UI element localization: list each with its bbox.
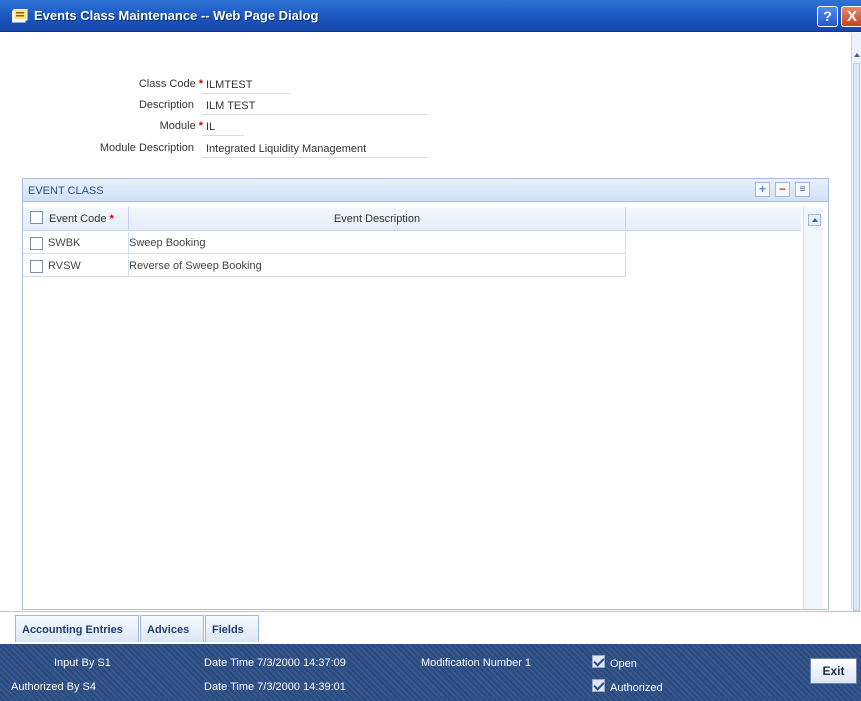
fields-button[interactable]: Fields [205,615,259,642]
audit-footer: Input By S1 Authorized By S4 Date Time 7… [0,644,861,701]
event-class-header: EVENT CLASS + − ≡ [23,179,828,202]
delete-row-button[interactable]: − [775,182,790,197]
open-checkbox [592,655,605,668]
input-date-time: Date Time 7/3/2000 14:37:09 [204,657,346,669]
add-row-button[interactable]: + [755,182,770,197]
class-code-label: Class Code [138,78,196,90]
module-description-label: Module Description [99,142,194,154]
authorized-label: Authorized [610,682,663,694]
tab-bar: Accounting Entries Advices Fields [0,611,861,644]
module-description-row: Module Description Integrated Liquidity … [0,140,861,158]
grid-scroll-up-icon[interactable] [808,214,821,226]
scroll-up-icon[interactable] [854,53,860,57]
event-code-column: Event Code * [23,207,129,231]
table-row[interactable]: RVSW Reverse of Sweep Booking [23,255,626,277]
class-code-row: Class Code * ILMTEST [0,76,861,94]
advices-button[interactable]: Advices [140,615,204,642]
single-view-button[interactable]: ≡ [795,182,810,197]
open-label: Open [610,658,637,670]
authorized-by: Authorized By S4 [11,681,96,693]
module-label: Module [159,120,196,132]
module-label-group: Module * [160,120,203,132]
window-title: Events Class Maintenance -- Web Page Dia… [34,8,319,23]
event-class-panel: EVENT CLASS + − ≡ Event Code * Event Desc… [22,178,829,610]
description-row: Description ILM TEST [0,97,861,115]
module-row: Module * IL [0,118,861,136]
event-description-cell[interactable]: Reverse of Sweep Booking [129,255,626,277]
event-class-title: EVENT CLASS [28,185,104,197]
description-label: Description [138,99,194,111]
class-code-field[interactable]: ILMTEST [202,76,290,94]
dialog-icon [12,9,28,23]
description-field[interactable]: ILM TEST [202,97,427,115]
modification-number: Modification Number 1 [421,657,532,669]
input-by: Input By S1 [54,657,111,669]
accounting-entries-button[interactable]: Accounting Entries [15,615,139,642]
module-description-field[interactable]: Integrated Liquidity Management [202,140,427,158]
auth-date-time: Date Time 7/3/2000 14:39:01 [204,681,346,693]
event-description-header: Event Description [129,207,626,231]
exit-button[interactable]: Exit [810,658,857,684]
event-description-cell[interactable]: Sweep Booking [129,232,626,254]
grid-header: Event Code * Event Description [23,207,801,231]
event-code-header: Event Code [49,213,107,225]
grid-scrollbar[interactable] [803,207,823,609]
authorized-checkbox [592,679,605,692]
event-code-cell[interactable]: SWBK [23,232,129,254]
required-marker: * [109,213,114,225]
class-code-label-group: Class Code * [139,78,203,90]
module-field[interactable]: IL [202,118,244,136]
close-button[interactable]: X [841,6,861,27]
help-button[interactable]: ? [817,6,838,27]
event-code-cell[interactable]: RVSW [23,255,129,277]
title-bar: Events Class Maintenance -- Web Page Dia… [0,0,861,32]
table-row[interactable]: SWBK Sweep Booking [23,232,626,254]
